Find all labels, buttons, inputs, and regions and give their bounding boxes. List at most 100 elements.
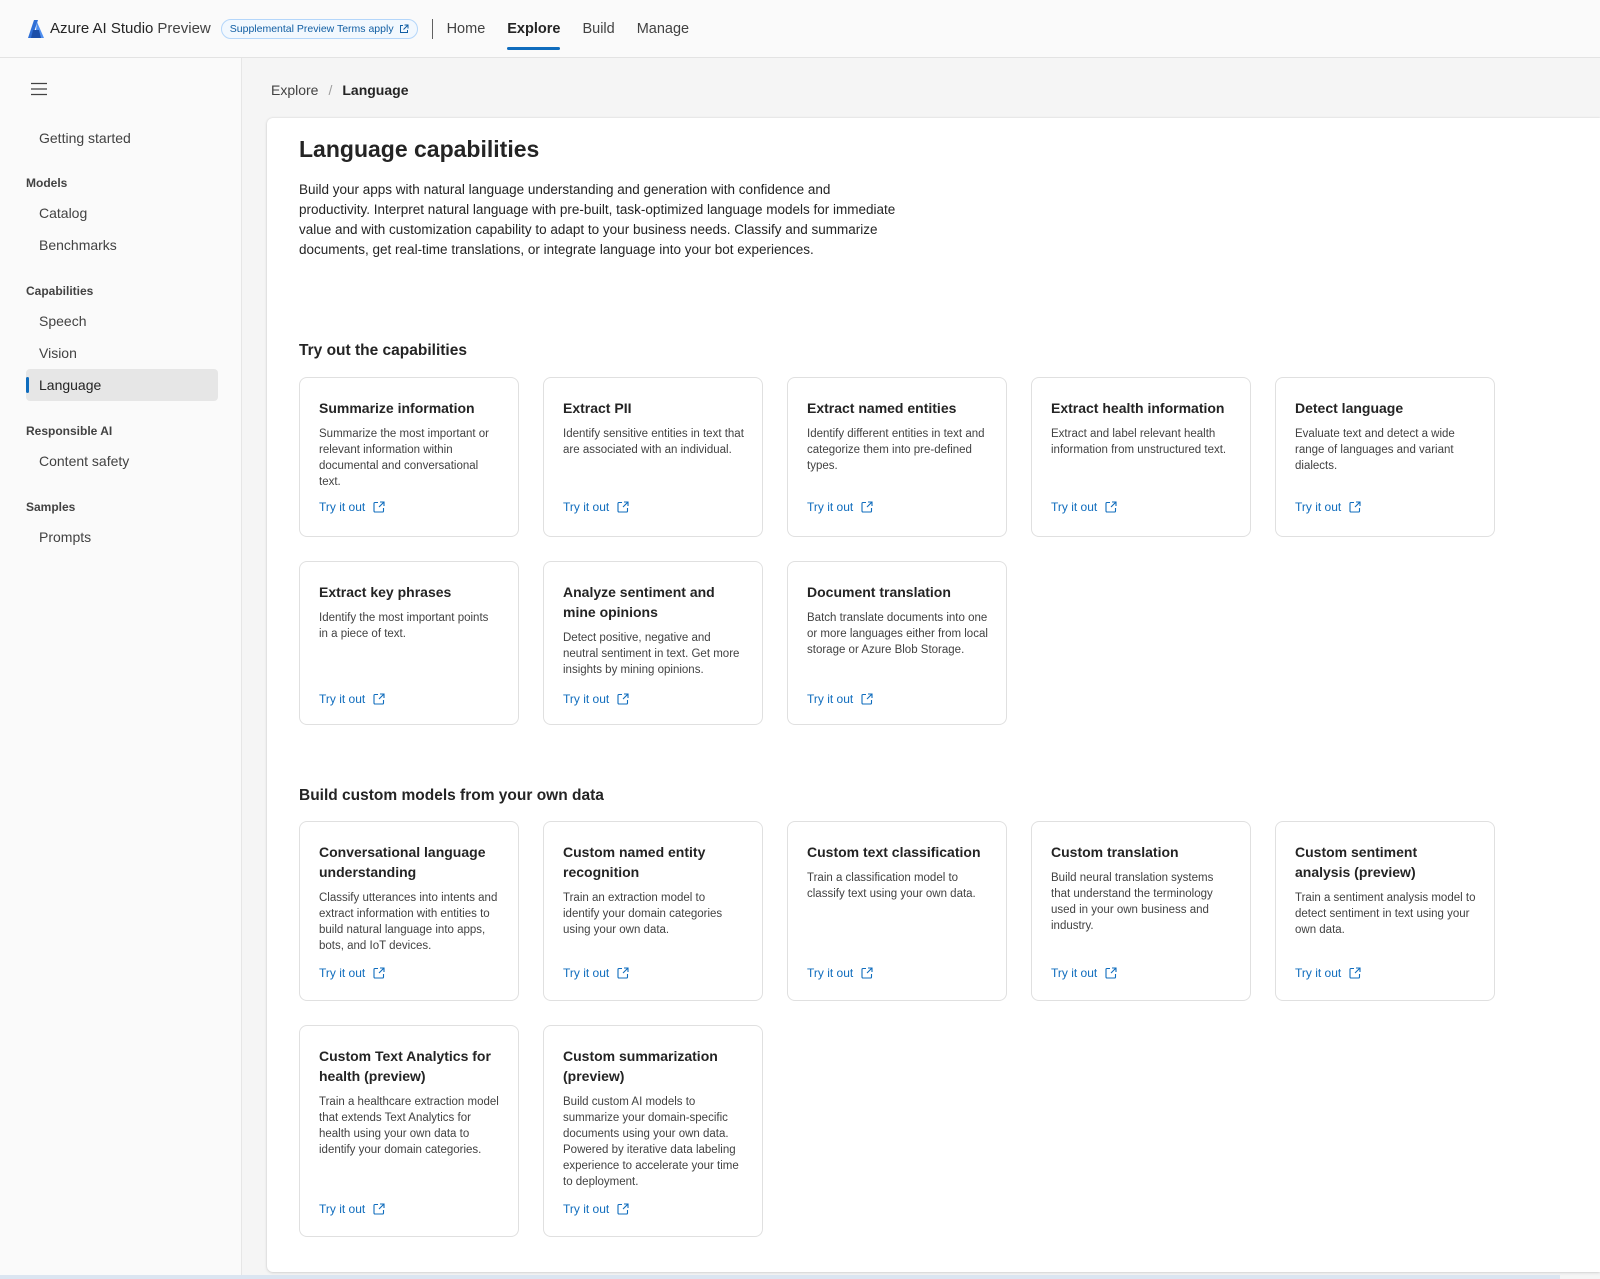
external-link-icon bbox=[1105, 501, 1117, 513]
sidebar-item-content-safety[interactable]: Content safety bbox=[26, 445, 218, 477]
custom-card-custom-named-entity-recognition[interactable]: Custom named entity recognition Train an … bbox=[543, 821, 763, 1001]
page-description: Build your apps with natural language un… bbox=[299, 182, 896, 257]
sidebar-item-benchmarks[interactable]: Benchmarks bbox=[26, 229, 218, 261]
sidebar-item-prompts[interactable]: Prompts bbox=[26, 521, 218, 553]
sidebar-item-label: Vision bbox=[39, 345, 77, 361]
breadcrumb-explore[interactable]: Explore bbox=[271, 82, 318, 98]
try-it-out-link[interactable]: Try it out bbox=[563, 500, 629, 514]
try-it-out-link[interactable]: Try it out bbox=[1295, 966, 1361, 980]
nav-tab-home[interactable]: Home bbox=[447, 0, 486, 58]
try-it-out-label: Try it out bbox=[1295, 500, 1342, 514]
try-card-detect-language[interactable]: Detect language Evaluate text and detect … bbox=[1275, 377, 1495, 537]
nav-tab-build[interactable]: Build bbox=[582, 0, 614, 58]
sidebar-section-capabilities: Capabilities bbox=[26, 284, 94, 298]
try-it-out-link[interactable]: Try it out bbox=[1051, 966, 1117, 980]
nav-tab-build-label: Build bbox=[582, 20, 615, 37]
brand[interactable]: Azure AI Studio Preview bbox=[28, 19, 211, 38]
custom-card-custom-text-classification[interactable]: Custom text classification Train a classi… bbox=[787, 821, 1007, 1001]
external-link-icon bbox=[617, 967, 629, 979]
sidebar-item-label: Catalog bbox=[39, 205, 88, 221]
card-title: Document translation bbox=[807, 584, 951, 600]
card-description: Build custom AI models to summarize your… bbox=[563, 1096, 739, 1188]
hamburger-menu-icon[interactable] bbox=[30, 82, 48, 96]
top-bar: Azure AI Studio Preview Supplemental Pre… bbox=[0, 0, 1600, 58]
sidebar-section-samples: Samples bbox=[26, 500, 76, 514]
card-title: Extract PII bbox=[563, 400, 632, 416]
card-description: Identify the most important points in a … bbox=[319, 612, 489, 640]
external-link-icon bbox=[617, 1203, 629, 1215]
card-description: Extract and label relevant health inform… bbox=[1051, 428, 1227, 456]
try-it-out-link[interactable]: Try it out bbox=[319, 692, 385, 706]
try-it-out-link[interactable]: Try it out bbox=[319, 966, 385, 980]
try-it-out-link[interactable]: Try it out bbox=[1051, 500, 1117, 514]
sidebar: Getting started Models Catalog Benchmark… bbox=[0, 58, 242, 1279]
external-link-icon bbox=[861, 693, 873, 705]
sidebar-item-speech[interactable]: Speech bbox=[26, 305, 218, 337]
card-title: Analyze sentiment and mine opinions bbox=[563, 584, 715, 620]
card-title: Extract named entities bbox=[807, 400, 957, 416]
app-suffix: Preview bbox=[157, 20, 211, 37]
try-card-analyze-sentiment-and-mine-opinions[interactable]: Analyze sentiment and mine opinions Detec… bbox=[543, 561, 763, 725]
try-it-out-link[interactable]: Try it out bbox=[807, 692, 873, 706]
try-card-extract-pii[interactable]: Extract PII Identify sensitive entities i… bbox=[543, 377, 763, 537]
nav-tab-home-label: Home bbox=[446, 20, 486, 37]
try-it-out-link[interactable]: Try it out bbox=[563, 692, 629, 706]
try-it-out-link[interactable]: Try it out bbox=[1295, 500, 1361, 514]
try-card-extract-key-phrases[interactable]: Extract key phrases Identify the most imp… bbox=[299, 561, 519, 725]
custom-card-conversational-language-understanding[interactable]: Conversational language understanding Cla… bbox=[299, 821, 519, 1001]
try-it-out-label: Try it out bbox=[319, 1202, 366, 1216]
nav-tab-manage[interactable]: Manage bbox=[637, 0, 689, 58]
try-card-extract-named-entities[interactable]: Extract named entities Identify different… bbox=[787, 377, 1007, 537]
try-it-out-label: Try it out bbox=[319, 966, 366, 980]
card-description: Identify different entities in text and … bbox=[807, 428, 985, 472]
try-it-out-label: Try it out bbox=[319, 692, 366, 706]
card-title: Custom sentiment analysis (preview) bbox=[1295, 844, 1418, 880]
try-card-document-translation[interactable]: Document translation Batch translate docu… bbox=[787, 561, 1007, 725]
custom-card-custom-summarization-preview[interactable]: Custom summarization (preview) Build cust… bbox=[543, 1025, 763, 1237]
try-it-out-link[interactable]: Try it out bbox=[563, 1202, 629, 1216]
try-card-summarize-information[interactable]: Summarize information Summarize the most … bbox=[299, 377, 519, 537]
sidebar-item-language[interactable]: Language bbox=[26, 369, 218, 401]
try-it-out-link[interactable]: Try it out bbox=[563, 966, 629, 980]
card-title: Custom text classification bbox=[807, 844, 981, 860]
bottom-scrollbar[interactable] bbox=[0, 1275, 1560, 1279]
custom-section-title: Build custom models from your own data bbox=[299, 787, 604, 804]
external-link-icon bbox=[1105, 967, 1117, 979]
custom-card-custom-text-analytics-for-health-preview[interactable]: Custom Text Analytics for health (previe… bbox=[299, 1025, 519, 1237]
try-it-out-link[interactable]: Try it out bbox=[807, 966, 873, 980]
card-title: Custom summarization (preview) bbox=[563, 1048, 718, 1084]
try-it-out-label: Try it out bbox=[807, 966, 854, 980]
header-divider bbox=[431, 18, 433, 39]
supplemental-terms-badge[interactable]: Supplemental Preview Terms apply bbox=[220, 18, 418, 39]
card-description: Detect positive, negative and neutral se… bbox=[563, 632, 740, 676]
try-it-out-link[interactable]: Try it out bbox=[319, 1202, 385, 1216]
custom-card-custom-sentiment-analysis-preview[interactable]: Custom sentiment analysis (preview) Train… bbox=[1275, 821, 1495, 1001]
sidebar-item-vision[interactable]: Vision bbox=[26, 337, 218, 369]
external-link-icon bbox=[399, 24, 409, 33]
external-link-icon bbox=[617, 693, 629, 705]
card-title: Custom Text Analytics for health (previe… bbox=[319, 1048, 491, 1084]
external-link-icon bbox=[1349, 967, 1361, 979]
try-card-extract-health-information[interactable]: Extract health information Extract and la… bbox=[1031, 377, 1251, 537]
sidebar-item-catalog[interactable]: Catalog bbox=[26, 197, 218, 229]
external-link-icon bbox=[373, 693, 385, 705]
card-title: Custom translation bbox=[1051, 844, 1179, 860]
try-it-out-label: Try it out bbox=[1051, 966, 1098, 980]
card-description: Batch translate documents into one or mo… bbox=[807, 612, 988, 656]
card-description: Classify utterances into intents and ext… bbox=[319, 892, 498, 952]
nav-tab-explore-label: Explore bbox=[507, 20, 561, 37]
custom-card-custom-translation[interactable]: Custom translation Build neural translati… bbox=[1031, 821, 1251, 1001]
card-title: Summarize information bbox=[319, 400, 475, 416]
try-it-out-link[interactable]: Try it out bbox=[807, 500, 873, 514]
card-title: Extract health information bbox=[1051, 400, 1225, 416]
external-link-icon bbox=[373, 1203, 385, 1215]
external-link-icon bbox=[861, 967, 873, 979]
nav-tab-manage-label: Manage bbox=[636, 20, 690, 37]
card-title: Conversational language understanding bbox=[319, 844, 486, 880]
card-description: Train a healthcare extraction model that… bbox=[319, 1096, 499, 1156]
breadcrumb: Explore / Language bbox=[271, 80, 408, 100]
nav-tab-explore[interactable]: Explore bbox=[507, 0, 561, 58]
try-it-out-link[interactable]: Try it out bbox=[319, 500, 385, 514]
sidebar-item-getting-started[interactable]: Getting started bbox=[26, 122, 218, 154]
terms-badge-label: Supplemental Preview Terms apply bbox=[229, 22, 394, 35]
